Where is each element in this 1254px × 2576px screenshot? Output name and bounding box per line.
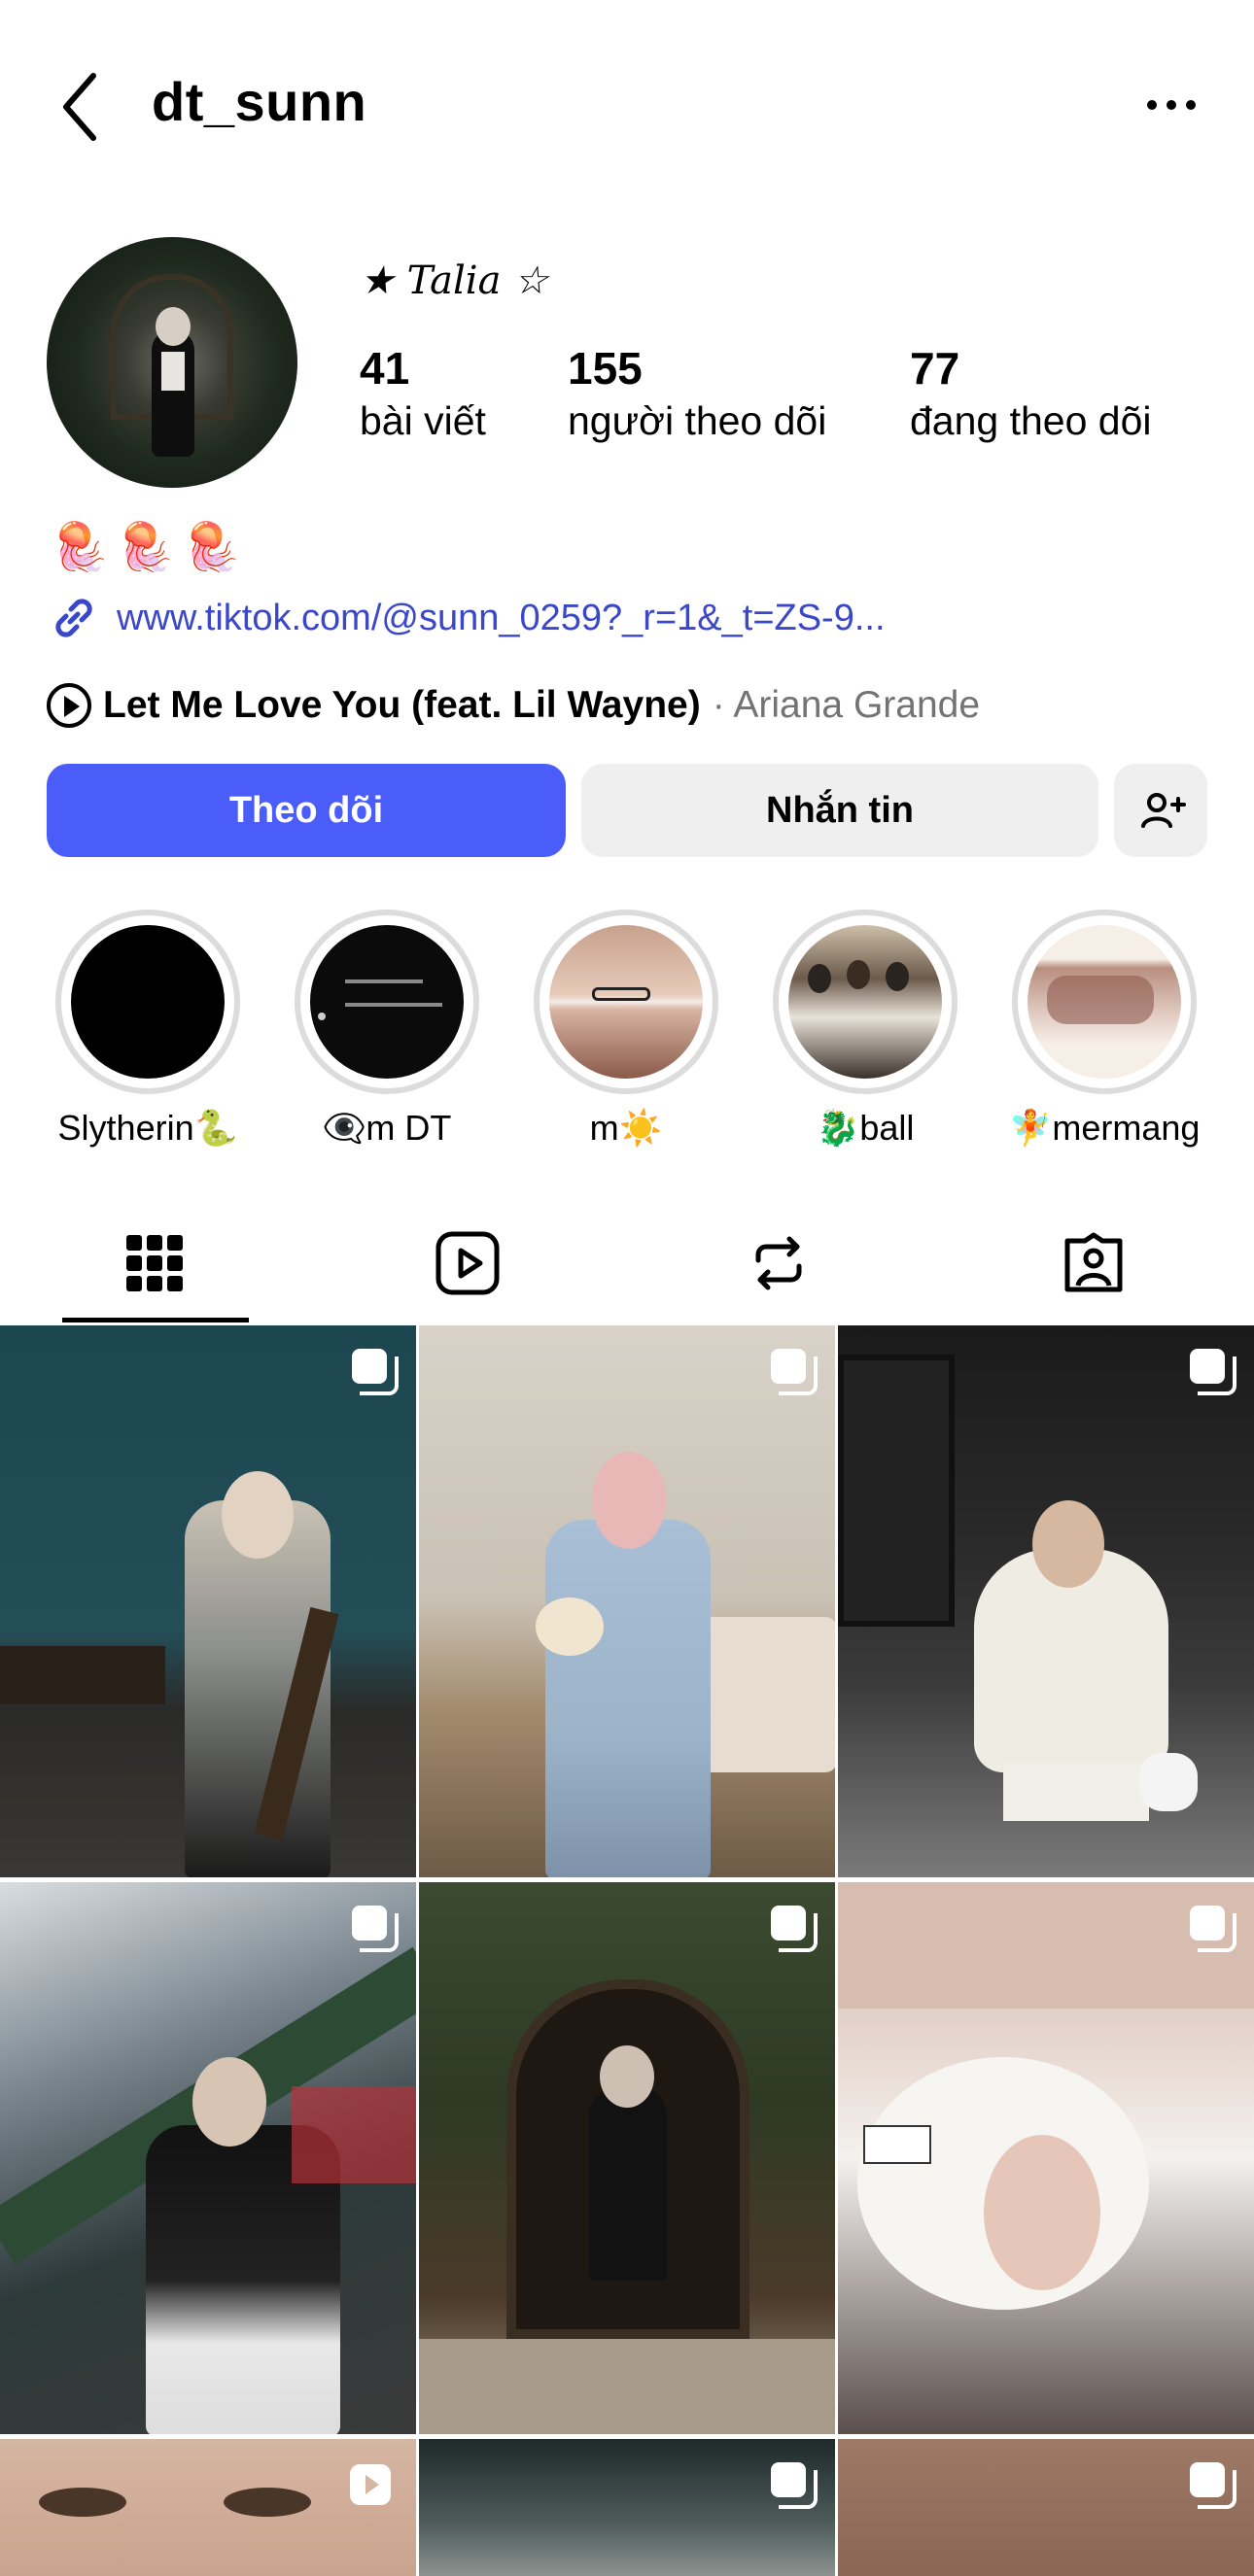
highlight-slytherin[interactable]: Slytherin🐍 xyxy=(51,910,245,1149)
carousel-icon xyxy=(1190,2462,1237,2509)
followers-count-value: 155 xyxy=(568,343,643,394)
following-count-label: đang theo dõi xyxy=(910,398,1152,443)
post-thumbnail[interactable] xyxy=(838,1325,1254,1877)
chevron-left-icon[interactable] xyxy=(56,68,105,146)
reel-play-icon xyxy=(350,2464,391,2505)
posts-count-label: bài viết xyxy=(360,398,486,443)
carousel-icon xyxy=(771,2462,818,2509)
repost-icon xyxy=(755,1236,802,1290)
profile-avatar[interactable] xyxy=(47,237,297,488)
carousel-icon xyxy=(1190,1906,1237,1952)
following-count[interactable]: 77 đang theo dõi xyxy=(910,342,1152,447)
posts-count-value: 41 xyxy=(360,343,410,394)
post-thumbnail[interactable] xyxy=(0,2439,416,2576)
highlight-label: 🐉ball xyxy=(816,1108,915,1148)
post-thumbnail[interactable] xyxy=(419,2439,835,2576)
carousel-icon xyxy=(1190,1349,1237,1395)
highlight-m-dt[interactable]: 👁‍🗨m DT xyxy=(290,910,484,1149)
posts-count: 41 bài viết xyxy=(360,342,486,447)
profile-username: dt_sunn xyxy=(152,71,367,132)
following-count-value: 77 xyxy=(910,343,960,394)
bio-emojis: 🪼🪼🪼 xyxy=(51,522,249,573)
post-thumbnail[interactable] xyxy=(419,1882,835,2434)
highlight-m-sun[interactable]: m☀️ xyxy=(529,910,723,1149)
display-name: ★ Talia ☆ xyxy=(360,258,549,303)
posts-grid xyxy=(0,1325,1254,2576)
bio-link[interactable]: www.tiktok.com/@sunn_0259?_r=1&_t=ZS-9..… xyxy=(47,589,886,647)
tab-posts-grid[interactable] xyxy=(62,1205,247,1322)
followers-count-label: người theo dõi xyxy=(568,398,827,443)
highlight-label: m☀️ xyxy=(589,1108,663,1148)
message-button[interactable]: Nhắn tin xyxy=(581,764,1098,857)
tab-tagged[interactable] xyxy=(1001,1205,1186,1322)
music-artist: · Ariana Grande xyxy=(712,684,981,726)
reels-play-icon xyxy=(435,1231,500,1295)
carousel-icon xyxy=(771,1349,818,1395)
followers-count[interactable]: 155 người theo dõi xyxy=(568,342,826,447)
link-icon xyxy=(55,599,92,637)
post-thumbnail[interactable] xyxy=(0,1325,416,1877)
highlight-label: Slytherin🐍 xyxy=(57,1108,238,1148)
post-thumbnail[interactable] xyxy=(419,1325,835,1877)
carousel-icon xyxy=(771,1906,818,1952)
tagged-person-icon xyxy=(1064,1232,1123,1292)
tab-reposts[interactable] xyxy=(686,1205,871,1322)
add-person-icon xyxy=(1141,793,1186,828)
post-thumbnail[interactable] xyxy=(838,1882,1254,2434)
ellipsis-icon[interactable] xyxy=(1142,86,1201,124)
profile-music[interactable]: Let Me Love You (feat. Lil Wayne) · Aria… xyxy=(47,676,980,735)
grid-icon xyxy=(126,1235,183,1291)
suggest-users-button[interactable] xyxy=(1114,764,1207,857)
follow-button[interactable]: Theo dõi xyxy=(47,764,566,857)
carousel-icon xyxy=(352,1349,399,1395)
post-thumbnail[interactable] xyxy=(0,1882,416,2434)
highlight-mermang[interactable]: 🧚mermang xyxy=(1007,910,1202,1149)
selected-tab-indicator xyxy=(62,1318,249,1322)
highlight-ball[interactable]: 🐉ball xyxy=(768,910,962,1149)
play-icon[interactable] xyxy=(47,683,91,728)
profile-header: dt_sunn xyxy=(0,0,1254,209)
highlight-label: 🧚mermang xyxy=(1008,1108,1201,1148)
carousel-icon xyxy=(352,1906,399,1952)
highlight-label: 👁‍🗨m DT xyxy=(322,1108,452,1148)
post-thumbnail[interactable] xyxy=(838,2439,1254,2576)
music-song-title: Let Me Love You (feat. Lil Wayne) xyxy=(103,684,701,726)
profile-tabs xyxy=(0,1205,1254,1322)
bio-link-text[interactable]: www.tiktok.com/@sunn_0259?_r=1&_t=ZS-9..… xyxy=(117,598,886,639)
tab-reels[interactable] xyxy=(375,1205,560,1322)
